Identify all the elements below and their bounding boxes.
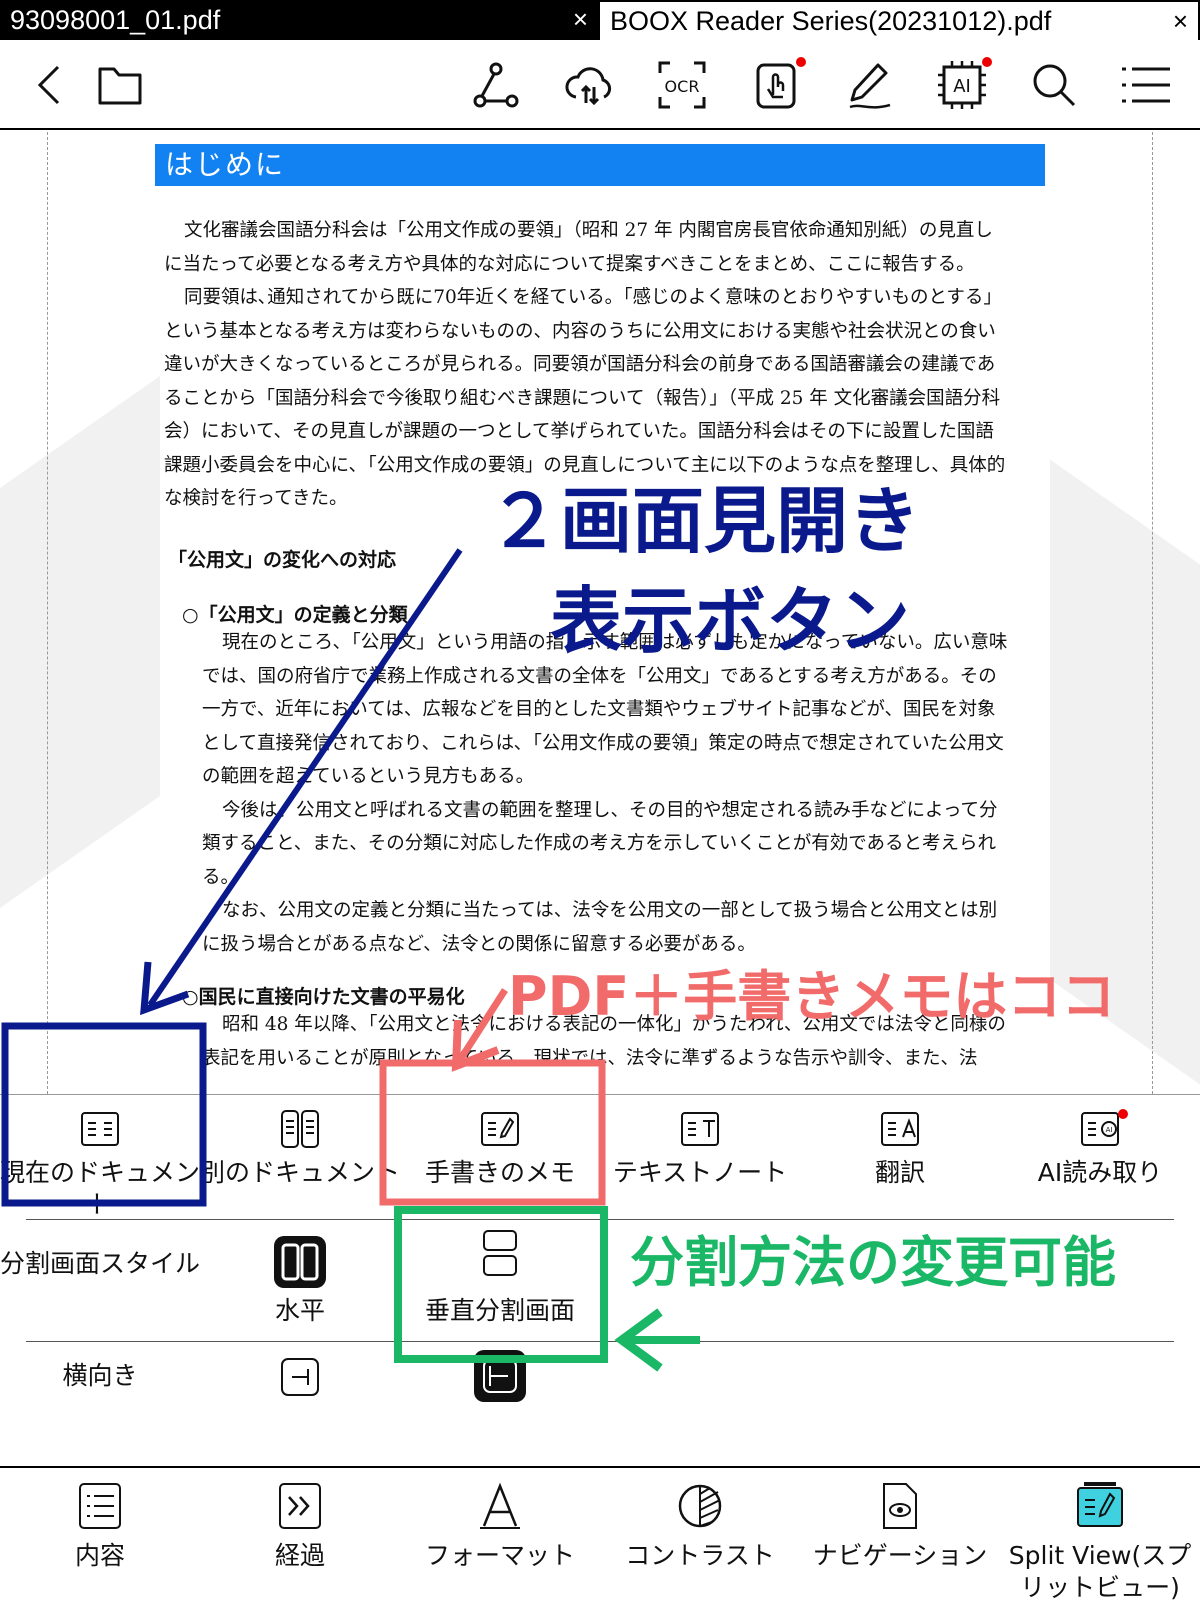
text-note-icon: [680, 1109, 720, 1149]
landscape-right-icon: [473, 1349, 527, 1403]
split-option-other-document[interactable]: 別のドキュメント: [200, 1095, 400, 1215]
navigation-icon: [876, 1482, 924, 1530]
subsection-title: ○国民に直接向けた文書の平易化: [182, 986, 465, 1008]
vertical-split-icon: [480, 1229, 520, 1277]
split-option-label: 現在のドキュメント: [0, 1158, 201, 1219]
tab-document-2[interactable]: BOOX Reader Series(20231012).pdf ×: [598, 0, 1200, 40]
menu-label: ナビゲーション: [812, 1541, 988, 1570]
split-option-label: AI読み取り: [1037, 1158, 1163, 1187]
menu-label: フォーマット: [424, 1541, 575, 1570]
menu-contrast[interactable]: コントラスト: [600, 1468, 800, 1600]
annotation-text: PDF＋手書きメモはココ: [508, 965, 1116, 1028]
pen-icon[interactable]: [842, 57, 898, 113]
section-title: 「公用文」の変化への対応: [168, 549, 397, 571]
tab-title: BOOX Reader Series(20231012).pdf: [610, 5, 1052, 36]
menu-icon[interactable]: [1118, 57, 1174, 113]
split-option-label: 別のドキュメント: [200, 1158, 401, 1187]
back-chevron-icon[interactable]: [22, 57, 78, 113]
page-margin-right: [1152, 132, 1153, 1094]
orientation-option-left[interactable]: [200, 1357, 400, 1397]
menu-label: コントラスト: [625, 1541, 775, 1570]
split-style-label: 分割画面スタイル: [0, 1249, 201, 1278]
menu-contents[interactable]: 内容: [0, 1468, 200, 1600]
menu-navigation[interactable]: ナビゲーション: [800, 1468, 1000, 1600]
subsection-title: ○「公用文」の定義と分類: [182, 604, 408, 626]
translate-icon: [880, 1109, 920, 1149]
ocr-label: OCR: [665, 77, 700, 96]
background-shape: [0, 375, 160, 909]
split-style-vertical[interactable]: 垂直分割画面: [400, 1229, 600, 1327]
dual-document-icon: [280, 1109, 320, 1149]
progress-icon: [276, 1482, 324, 1530]
annotation-text: 表示ボタン: [550, 579, 911, 663]
menu-label: Split View(スプリットビュー): [1008, 1541, 1192, 1600]
split-view-icon: [1076, 1482, 1124, 1530]
ai-read-icon: AI: [1080, 1109, 1120, 1149]
close-icon[interactable]: ×: [573, 4, 588, 34]
tab-title: 93098001_01.pdf: [10, 4, 221, 35]
menu-format[interactable]: フォーマット: [400, 1468, 600, 1600]
ocr-icon[interactable]: OCR: [654, 57, 710, 113]
document-lines-icon: [80, 1109, 120, 1149]
menu-label: 経過: [274, 1541, 325, 1570]
split-option-translate[interactable]: 翻訳: [800, 1095, 1000, 1215]
handwriting-note-icon: [480, 1109, 520, 1149]
menu-split-view[interactable]: Split View(スプリットビュー): [1000, 1468, 1200, 1600]
link-icon[interactable]: [468, 57, 524, 113]
horizontal-split-icon: [273, 1235, 327, 1289]
touch-hand-icon[interactable]: [748, 57, 806, 113]
folder-icon[interactable]: [92, 57, 148, 113]
cloud-sync-icon[interactable]: [562, 57, 618, 113]
search-icon[interactable]: [1026, 57, 1082, 113]
annotation-text: 分割方法の変更可能: [630, 1231, 1116, 1294]
format-icon: [476, 1482, 524, 1530]
orientation-option-right[interactable]: [400, 1349, 600, 1403]
split-option-current-document[interactable]: 現在のドキュメント: [0, 1095, 200, 1219]
split-option-ai-read[interactable]: AI AI読み取り: [1000, 1095, 1200, 1215]
split-style-option-label: 水平: [274, 1296, 325, 1325]
split-option-label: 手書きのメモ: [424, 1158, 575, 1187]
bottom-menu: 内容 経過 フォーマット コントラスト ナビゲーション Split View(ス…: [0, 1466, 1200, 1600]
svg-text:AI: AI: [1106, 1126, 1113, 1134]
divider: [26, 1341, 1174, 1342]
split-option-text-note[interactable]: テキストノート: [600, 1095, 800, 1215]
top-toolbar: OCR AI: [0, 40, 1200, 130]
annotation-text: ２画面見開き: [488, 479, 921, 563]
split-option-label: 翻訳: [874, 1158, 925, 1187]
page-title: はじめに: [155, 144, 1045, 186]
contrast-icon: [676, 1482, 724, 1530]
landscape-left-icon: [280, 1357, 320, 1397]
subsection-paragraph: 現在のところ､「公用文」という用語の指し示す範囲は必ずしも定かになっていない。広…: [202, 632, 1008, 955]
menu-label: 内容: [74, 1541, 125, 1570]
contents-icon: [76, 1482, 124, 1530]
orientation-label: 横向き: [62, 1361, 138, 1390]
page-margin-left: [47, 132, 48, 1094]
split-style-horizontal[interactable]: 水平: [200, 1235, 400, 1327]
close-icon[interactable]: ×: [1173, 6, 1188, 36]
ai-label: AI: [953, 76, 971, 97]
split-option-label: テキストノート: [612, 1158, 788, 1187]
ai-icon[interactable]: AI: [934, 57, 992, 113]
split-option-handwritten-memo[interactable]: 手書きのメモ: [400, 1095, 600, 1215]
tab-document-1[interactable]: 93098001_01.pdf ×: [0, 0, 598, 40]
menu-progress[interactable]: 経過: [200, 1468, 400, 1600]
split-style-option-label: 垂直分割画面: [424, 1296, 575, 1325]
tab-bar: 93098001_01.pdf × BOOX Reader Series(202…: [0, 0, 1200, 40]
